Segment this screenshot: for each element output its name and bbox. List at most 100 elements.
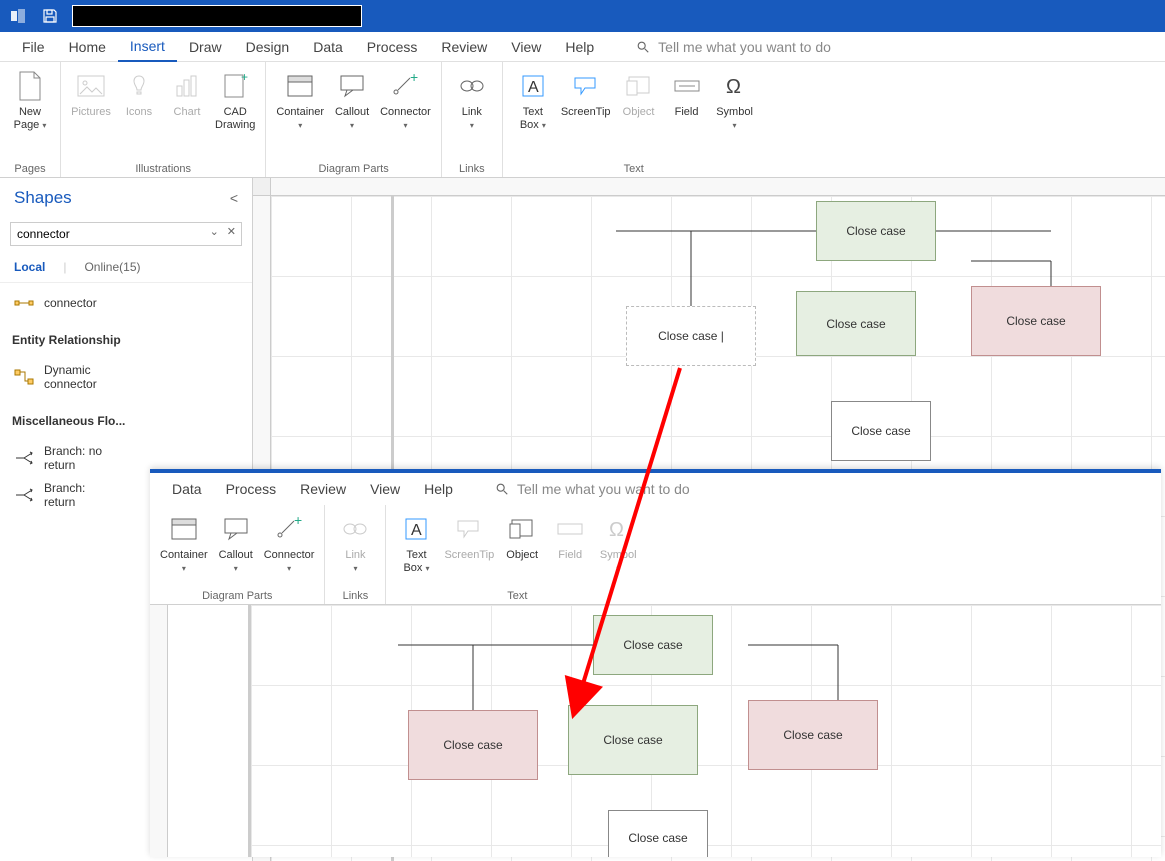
flow-node[interactable]: Close case	[408, 710, 538, 780]
overlay-menu-review[interactable]: Review	[288, 475, 358, 503]
overlay-text-box-button[interactable]: A TextBox ▾	[394, 509, 438, 579]
callout-button[interactable]: Callout▾	[330, 66, 374, 136]
flow-node[interactable]: Close case	[971, 286, 1101, 356]
ribbon-group-pages: NewPage ▾ Pages	[0, 62, 61, 177]
shapes-title: Shapes	[14, 188, 72, 208]
text-box-icon: A	[517, 70, 549, 102]
tab-local[interactable]: Local	[14, 260, 45, 274]
overlay-tell-me-search[interactable]: Tell me what you want to do	[495, 481, 690, 497]
screentip-icon	[570, 70, 602, 102]
symbol-icon: Ω	[602, 513, 634, 545]
flow-node[interactable]: Close case	[816, 201, 936, 261]
tab-online[interactable]: Online(15)	[84, 260, 140, 274]
group-label-pages: Pages	[8, 161, 52, 175]
title-bar	[0, 0, 1165, 32]
ruler-corner	[253, 178, 271, 196]
overlay-menu-data[interactable]: Data	[160, 475, 214, 503]
container-button[interactable]: Container▾	[274, 66, 326, 136]
svg-text:+: +	[241, 71, 248, 84]
callout-icon	[336, 70, 368, 102]
screentip-icon	[453, 513, 485, 545]
overlay-canvas[interactable]: Close case Close case Close case Close c…	[150, 605, 1161, 857]
collapse-icon[interactable]: <	[230, 190, 238, 206]
chart-icon	[171, 70, 203, 102]
connector-button[interactable]: + Connector▾	[378, 66, 433, 136]
branch-icon	[14, 450, 34, 466]
overlay-menu-view[interactable]: View	[358, 475, 412, 503]
menu-design[interactable]: Design	[234, 33, 302, 61]
svg-text:+: +	[410, 72, 418, 85]
overlay-container-button[interactable]: Container▾	[158, 509, 210, 579]
app-icon	[8, 6, 28, 26]
pictures-icon	[75, 70, 107, 102]
field-icon	[671, 70, 703, 102]
overlay-screentip-button: ScreenTip	[442, 509, 496, 566]
screentip-button[interactable]: ScreenTip	[559, 66, 613, 123]
flow-node[interactable]: Close case	[593, 615, 713, 675]
new-page-button[interactable]: NewPage ▾	[8, 66, 52, 136]
overlay-symbol-button: Ω Symbol▾	[596, 509, 640, 579]
pictures-button: Pictures	[69, 66, 113, 123]
flow-node-editing[interactable]: Close case |	[626, 306, 756, 366]
save-icon[interactable]	[40, 6, 60, 26]
overlay-object-button[interactable]: Object	[500, 509, 544, 566]
symbol-icon: Ω	[719, 70, 751, 102]
shape-connector[interactable]: connector	[12, 291, 240, 315]
ribbon-group-text: A TextBox ▾ ScreenTip Object Field Ω Sym…	[503, 62, 765, 177]
connector-shape-icon	[14, 295, 34, 311]
link-button[interactable]: Link▾	[450, 66, 494, 136]
shape-dynamic-connector[interactable]: Dynamicconnector	[12, 359, 240, 396]
object-icon	[506, 513, 538, 545]
overlay-window: Data Process Review View Help Tell me wh…	[150, 469, 1161, 857]
overlay-ruler-left	[150, 605, 168, 857]
connector-icon: +	[273, 513, 305, 545]
cad-drawing-button[interactable]: + CADDrawing	[213, 66, 257, 136]
overlay-search-placeholder: Tell me what you want to do	[517, 481, 690, 497]
flow-node[interactable]: Close case	[831, 401, 931, 461]
menu-help[interactable]: Help	[553, 33, 606, 61]
overlay-ribbon: Container▾ Callout▾ + Connector▾ Diagram…	[150, 505, 1161, 605]
overlay-connector-button[interactable]: + Connector▾	[262, 509, 317, 579]
menu-view[interactable]: View	[499, 33, 553, 61]
category-entity-relationship: Entity Relationship	[0, 323, 252, 351]
overlay-menu-help[interactable]: Help	[412, 475, 465, 503]
menu-file[interactable]: File	[10, 33, 57, 61]
text-box-button[interactable]: A TextBox ▾	[511, 66, 555, 136]
menu-review[interactable]: Review	[429, 33, 499, 61]
ruler-top	[271, 178, 1165, 196]
field-button[interactable]: Field	[665, 66, 709, 123]
ribbon-group-links: Link▾ Links	[442, 62, 503, 177]
tell-me-search[interactable]: Tell me what you want to do	[636, 39, 831, 55]
svg-text:Ω: Ω	[609, 519, 624, 541]
symbol-button[interactable]: Ω Symbol▾	[713, 66, 757, 136]
menu-process[interactable]: Process	[355, 33, 430, 61]
overlay-menu-process[interactable]: Process	[214, 475, 289, 503]
group-label-illustrations: Illustrations	[69, 161, 257, 175]
overlay-callout-button[interactable]: Callout▾	[214, 509, 258, 579]
menu-home[interactable]: Home	[57, 33, 118, 61]
connector-icon: +	[389, 70, 421, 102]
search-clear-icon[interactable]: ✕	[227, 225, 236, 238]
ribbon-group-diagram-parts: Container▾ Callout▾ + Connector▾ Diagram…	[266, 62, 441, 177]
shapes-list: connector	[0, 283, 252, 323]
svg-text:A: A	[528, 79, 539, 96]
flow-node[interactable]: Close case	[608, 810, 708, 857]
flow-node[interactable]: Close case	[796, 291, 916, 356]
flow-node[interactable]: Close case	[568, 705, 698, 775]
object-icon	[623, 70, 655, 102]
group-label-diagram-parts: Diagram Parts	[274, 161, 432, 175]
field-icon	[554, 513, 586, 545]
text-box-icon: A	[400, 513, 432, 545]
search-dropdown-icon[interactable]: ⌄	[210, 225, 219, 238]
svg-text:+: +	[294, 515, 302, 528]
redacted-title	[72, 5, 362, 27]
flow-node[interactable]: Close case	[748, 700, 878, 770]
overlay-link-button: Link▾	[333, 509, 377, 579]
group-label-links: Links	[450, 161, 494, 175]
overlay-menubar: Data Process Review View Help Tell me wh…	[150, 473, 1161, 505]
shapes-search-input[interactable]	[10, 222, 242, 246]
menu-insert[interactable]: Insert	[118, 32, 177, 62]
menu-draw[interactable]: Draw	[177, 33, 234, 61]
chart-button: Chart	[165, 66, 209, 123]
menu-data[interactable]: Data	[301, 33, 355, 61]
